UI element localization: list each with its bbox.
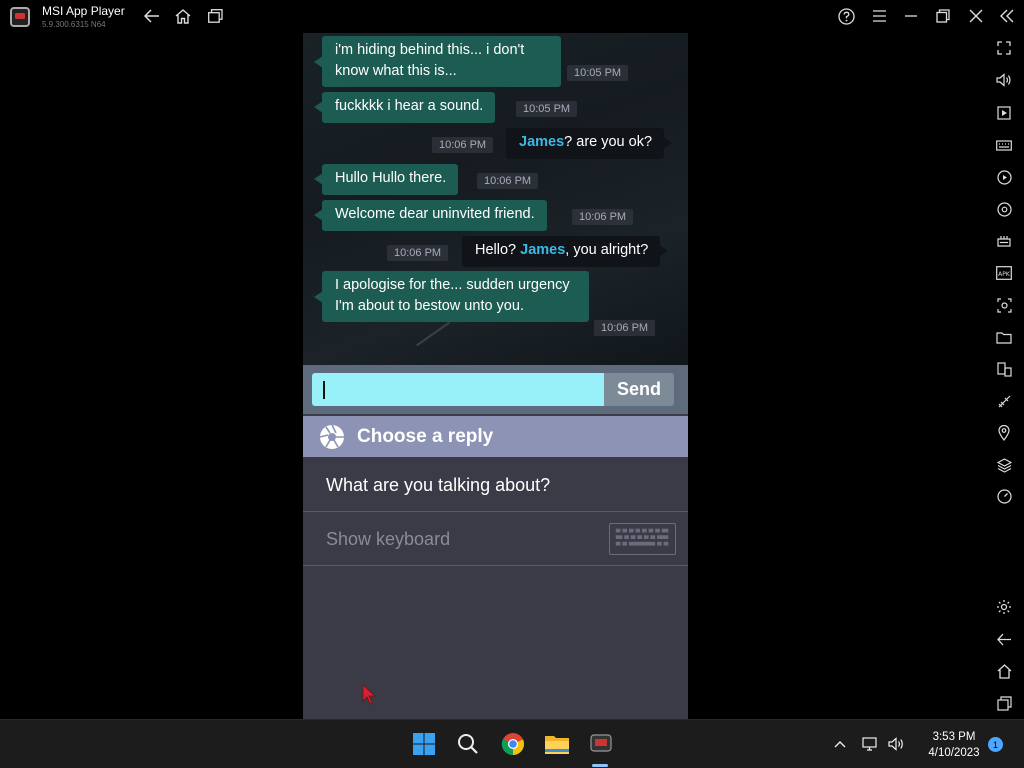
contact-name: James bbox=[519, 134, 565, 150]
msi-app-player-taskbar-icon[interactable] bbox=[585, 728, 617, 760]
menu-icon[interactable] bbox=[869, 6, 889, 26]
message-time: 10:05 PM bbox=[567, 65, 629, 81]
title-bar: MSI App Player 5.9.300.6315 N64 bbox=[0, 0, 1024, 33]
sync-icon[interactable] bbox=[994, 199, 1014, 219]
folder-icon[interactable] bbox=[994, 327, 1014, 347]
apk-install-icon[interactable]: APK bbox=[994, 263, 1014, 283]
settings-icon[interactable] bbox=[994, 597, 1014, 617]
file-explorer-icon[interactable] bbox=[541, 728, 573, 760]
message-text: Hello? bbox=[475, 242, 521, 258]
volume-icon[interactable] bbox=[994, 70, 1014, 90]
message-time: 10:06 PM bbox=[387, 245, 449, 261]
message-time: 10:06 PM bbox=[432, 137, 494, 153]
svg-text:APK: APK bbox=[998, 271, 1011, 278]
message-bubble: Welcome dear uninvited friend. bbox=[314, 200, 547, 231]
home-icon[interactable] bbox=[173, 6, 193, 26]
tray-clock[interactable]: 3:53 PM 4/10/2023 bbox=[918, 729, 990, 761]
show-keyboard-label: Show keyboard bbox=[326, 529, 451, 549]
message-bubble: I apologise for the... sudden urgency I'… bbox=[314, 271, 589, 322]
message-text: Welcome dear uninvited friend. bbox=[335, 206, 535, 222]
active-app-indicator bbox=[592, 764, 608, 767]
chat-log[interactable]: i'm hiding behind this... i don't know w… bbox=[303, 33, 688, 365]
restore-icon[interactable] bbox=[933, 6, 953, 26]
message-text: Hullo Hullo there. bbox=[335, 170, 447, 186]
reply-header: Choose a reply bbox=[303, 416, 688, 457]
message-bubble: Hullo Hullo there. bbox=[313, 164, 459, 195]
network-icon[interactable] bbox=[860, 728, 882, 760]
message-bubble: i'm hiding behind this... i don't know w… bbox=[314, 36, 561, 87]
collapse-sidebar-icon[interactable] bbox=[997, 6, 1017, 26]
message-time: 10:06 PM bbox=[477, 173, 539, 189]
keyboard-mapping-icon[interactable] bbox=[994, 135, 1014, 155]
app-title: MSI App Player bbox=[42, 4, 125, 18]
location-icon[interactable] bbox=[994, 423, 1014, 443]
reply-header-title: Choose a reply bbox=[357, 426, 494, 447]
message-bubble: Hello? James, you alright? bbox=[462, 236, 669, 267]
message-text: , you alright? bbox=[565, 242, 649, 258]
text-caret bbox=[323, 381, 325, 399]
chevron-up-icon[interactable] bbox=[826, 728, 854, 760]
recent-apps-icon[interactable] bbox=[994, 693, 1014, 713]
layers-icon[interactable] bbox=[994, 455, 1014, 475]
back-arrow-icon[interactable] bbox=[142, 6, 162, 26]
message-text: I apologise for the... sudden urgency I'… bbox=[335, 277, 570, 314]
notification-badge[interactable]: 1 bbox=[988, 737, 1003, 752]
mouse-cursor-icon bbox=[362, 684, 377, 705]
chrome-icon[interactable] bbox=[497, 728, 529, 760]
reply-option-text: What are you talking about? bbox=[326, 475, 551, 495]
controller-icon[interactable] bbox=[994, 231, 1014, 251]
android-screen: i'm hiding behind this... i don't know w… bbox=[303, 33, 688, 719]
reply-option[interactable]: What are you talking about? bbox=[303, 459, 688, 512]
tray-date: 4/10/2023 bbox=[928, 747, 980, 759]
speed-icon[interactable] bbox=[994, 486, 1014, 506]
record-icon[interactable] bbox=[994, 167, 1014, 187]
eco-mode-icon[interactable] bbox=[994, 391, 1014, 411]
start-icon[interactable] bbox=[408, 728, 440, 760]
composer-bar: Send bbox=[303, 365, 688, 414]
send-button[interactable]: Send bbox=[604, 373, 674, 406]
app-version: 5.9.300.6315 N64 bbox=[42, 20, 106, 29]
message-bubble: James? are you ok? bbox=[506, 128, 673, 159]
message-text: i'm hiding behind this... i don't know w… bbox=[335, 42, 525, 79]
help-icon[interactable] bbox=[836, 6, 856, 26]
screenshot-icon[interactable] bbox=[994, 295, 1014, 315]
close-icon[interactable] bbox=[966, 6, 986, 26]
message-text: ? are you ok? bbox=[564, 134, 653, 150]
emulator-sidebar: APK bbox=[984, 33, 1024, 719]
message-text: fuckkkk i hear a sound. bbox=[335, 98, 484, 114]
multi-instance-icon[interactable] bbox=[994, 359, 1014, 379]
speaker-icon[interactable] bbox=[884, 728, 910, 760]
tray-time: 3:53 PM bbox=[932, 731, 976, 743]
keyboard-icon bbox=[609, 523, 676, 555]
fullscreen-icon[interactable] bbox=[994, 38, 1014, 58]
show-keyboard-option[interactable]: Show keyboard bbox=[303, 513, 688, 566]
multi-window-icon[interactable] bbox=[205, 6, 225, 26]
windows-taskbar: 3:53 PM 4/10/2023 1 bbox=[0, 719, 1024, 768]
back-icon[interactable] bbox=[994, 629, 1014, 649]
home-nav-icon[interactable] bbox=[994, 661, 1014, 681]
app-logo-icon bbox=[10, 7, 30, 27]
aperture-icon bbox=[319, 424, 344, 449]
minimize-icon[interactable] bbox=[901, 6, 921, 26]
macro-icon[interactable] bbox=[994, 103, 1014, 123]
search-icon[interactable] bbox=[452, 728, 484, 760]
message-time: 10:06 PM bbox=[594, 320, 656, 336]
message-time: 10:05 PM bbox=[516, 101, 578, 117]
message-time: 10:06 PM bbox=[572, 209, 634, 225]
message-bubble: fuckkkk i hear a sound. bbox=[313, 92, 496, 123]
contact-name: James bbox=[520, 242, 566, 258]
message-input[interactable] bbox=[312, 373, 604, 406]
